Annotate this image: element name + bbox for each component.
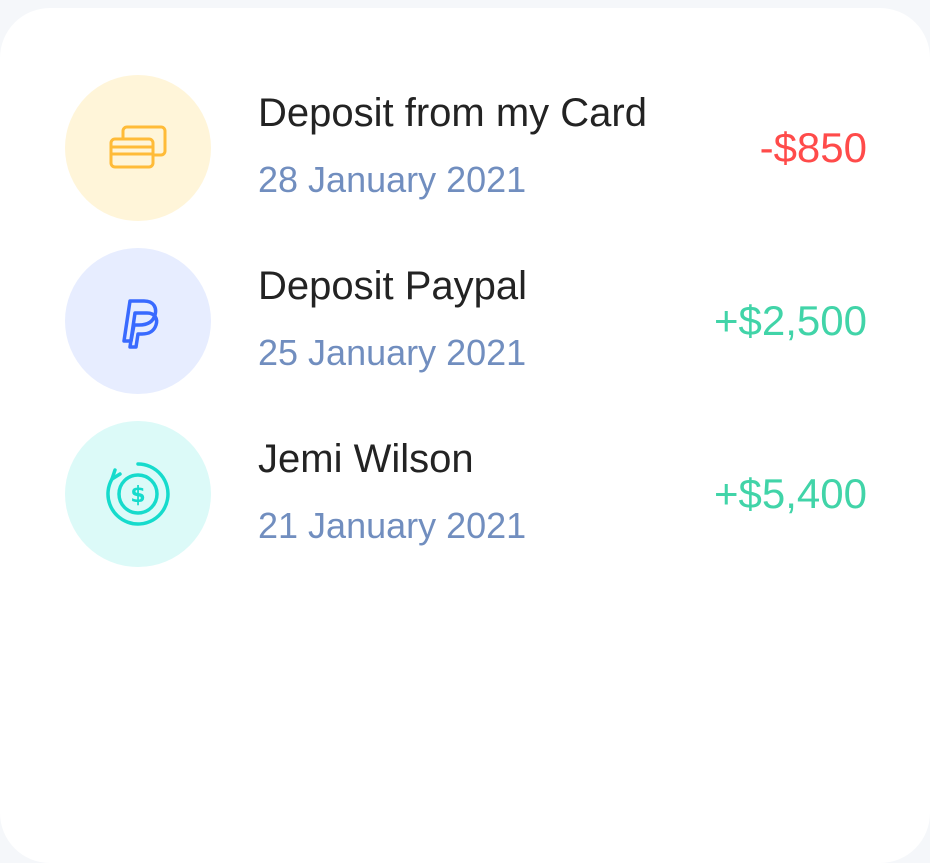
card-icon (109, 125, 167, 169)
transaction-title: Jemi Wilson (258, 436, 474, 481)
dollar-coin-icon: $ (106, 462, 170, 526)
paypal-icon (122, 299, 159, 349)
transaction-amount: +$2,500 (714, 297, 867, 344)
transaction-row[interactable]: $ Jemi Wilson 21 January 2021 +$5,400 (65, 421, 867, 567)
transaction-icon-circle: $ (65, 421, 211, 567)
transaction-amount: -$850 (759, 124, 867, 171)
transaction-icon-circle (65, 248, 211, 394)
transaction-icon-circle (65, 75, 211, 221)
transaction-list: Deposit from my Card 28 January 2021 -$8… (65, 75, 867, 594)
transaction-title: Deposit Paypal (258, 263, 528, 308)
transaction-row[interactable]: Deposit Paypal 25 January 2021 +$2,500 (65, 248, 867, 394)
recent-transactions-card: Deposit from my Card 28 January 2021 -$8… (0, 8, 930, 863)
transaction-date: 28 January 2021 (258, 158, 527, 200)
transaction-row[interactable]: Deposit from my Card 28 January 2021 -$8… (65, 75, 867, 221)
transaction-text: Deposit from my Card 28 January 2021 (258, 75, 647, 221)
transaction-date: 25 January 2021 (258, 331, 527, 373)
transaction-text: Jemi Wilson 21 January 2021 (258, 421, 526, 567)
transaction-amount: +$5,400 (714, 470, 867, 517)
transaction-title: Deposit from my Card (258, 90, 647, 135)
transaction-text: Deposit Paypal 25 January 2021 (258, 248, 527, 394)
transaction-date: 21 January 2021 (258, 504, 527, 546)
svg-text:$: $ (130, 483, 145, 508)
